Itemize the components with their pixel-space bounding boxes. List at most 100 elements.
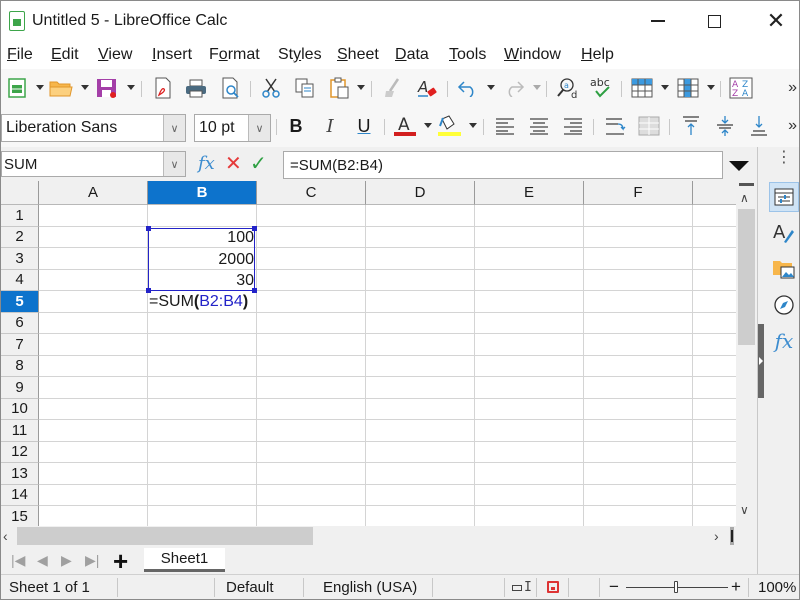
navigator-icon[interactable] (769, 290, 799, 320)
menu-window[interactable]: Window (504, 46, 561, 64)
expand-formula-bar-icon[interactable] (729, 161, 749, 171)
insert-rows-icon[interactable] (630, 77, 654, 99)
font-name-combobox[interactable]: Liberation Sans ∨ (1, 114, 186, 142)
menu-insert[interactable]: Insert (152, 46, 192, 64)
align-bottom-icon[interactable] (747, 115, 771, 137)
language[interactable]: English (USA) (323, 579, 417, 596)
paste-icon[interactable] (328, 77, 352, 99)
menu-data[interactable]: Data (395, 46, 429, 64)
zoom-out-button[interactable]: − (609, 577, 619, 597)
sort-icon[interactable]: AZZA (729, 77, 753, 99)
range-handle[interactable] (146, 226, 151, 231)
select-all-corner[interactable] (1, 181, 39, 205)
functions-icon[interactable]: fx (769, 326, 799, 356)
vertical-scroll-thumb[interactable] (738, 209, 755, 345)
print-preview-icon[interactable] (219, 77, 243, 99)
redo-dropdown-arrow[interactable] (533, 85, 541, 90)
column-header-b[interactable]: B (148, 181, 257, 205)
column-header-d[interactable]: D (366, 181, 475, 205)
row-header-13[interactable]: 13 (1, 463, 39, 485)
open-icon[interactable] (49, 77, 73, 99)
row-header-11[interactable]: 11 (1, 420, 39, 442)
vertical-split-handle[interactable] (739, 183, 754, 186)
zoom-percent[interactable]: 100% (758, 579, 796, 596)
scroll-left-icon[interactable]: ‹ (3, 528, 8, 544)
add-sheet-button[interactable]: + (113, 546, 128, 577)
horizontal-split-handle[interactable] (730, 527, 734, 545)
gallery-icon[interactable] (769, 254, 799, 284)
clear-formatting-icon[interactable]: A (415, 77, 439, 99)
accept-icon[interactable]: ✓ (250, 151, 267, 176)
save-dropdown-arrow[interactable] (127, 85, 135, 90)
cut-icon[interactable] (259, 77, 283, 99)
column-header-e[interactable]: E (475, 181, 584, 205)
bold-button[interactable]: B (284, 115, 308, 137)
rows-dropdown-arrow[interactable] (661, 85, 669, 90)
document-modified-icon[interactable] (547, 581, 559, 593)
next-sheet-icon[interactable]: ▶ (61, 552, 72, 569)
scroll-down-icon[interactable]: ∨ (740, 503, 749, 517)
font-size-combobox[interactable]: 10 pt ∨ (194, 114, 271, 142)
toolbar-overflow-icon[interactable]: » (788, 79, 797, 97)
row-header-3[interactable]: 3 (1, 248, 39, 270)
cancel-icon[interactable]: ✕ (225, 151, 242, 176)
row-header-5[interactable]: 5 (1, 291, 39, 313)
undo-dropdown-arrow[interactable] (487, 85, 495, 90)
row-header-6[interactable]: 6 (1, 312, 39, 334)
copy-icon[interactable] (293, 77, 317, 99)
range-handle[interactable] (146, 288, 151, 293)
selection-mode-icon[interactable]: I (512, 581, 532, 595)
styles-icon[interactable]: A (769, 218, 799, 248)
redo-icon[interactable] (502, 77, 526, 99)
range-handle[interactable] (252, 288, 257, 293)
menu-file[interactable]: File (7, 46, 33, 64)
row-header-14[interactable]: 14 (1, 484, 39, 506)
align-middle-icon[interactable] (713, 115, 737, 137)
sidebar-collapse-handle[interactable] (758, 324, 764, 398)
open-dropdown-arrow[interactable] (81, 85, 89, 90)
row-header-2[interactable]: 2 (1, 226, 39, 248)
highlight-color-button[interactable] (437, 115, 461, 137)
menu-sheet[interactable]: Sheet (337, 46, 379, 64)
export-pdf-icon[interactable] (151, 77, 175, 99)
row-header-15[interactable]: 15 (1, 506, 39, 526)
row-header-8[interactable]: 8 (1, 355, 39, 377)
last-sheet-icon[interactable]: ▶| (85, 552, 99, 569)
range-handle[interactable] (252, 226, 257, 231)
wrap-text-icon[interactable] (603, 115, 627, 137)
properties-icon[interactable] (769, 182, 799, 212)
menu-view[interactable]: View (98, 46, 132, 64)
insert-columns-icon[interactable] (676, 77, 700, 99)
menu-edit[interactable]: Edit (51, 46, 79, 64)
cell-b5-editing[interactable]: =SUM(B2:B4) (147, 291, 265, 312)
columns-dropdown-arrow[interactable] (707, 85, 715, 90)
highlight-dropdown-arrow[interactable] (469, 123, 477, 128)
print-icon[interactable] (184, 77, 208, 99)
close-button[interactable]: ✕ (753, 1, 799, 41)
chevron-down-icon[interactable]: ∨ (163, 152, 185, 176)
sheet-position[interactable]: Sheet 1 of 1 (9, 579, 90, 596)
row-header-7[interactable]: 7 (1, 334, 39, 356)
font-color-dropdown-arrow[interactable] (424, 123, 432, 128)
page-style[interactable]: Default (226, 579, 274, 596)
spelling-icon[interactable]: abc (589, 76, 613, 99)
chevron-down-icon[interactable]: ∨ (163, 115, 185, 141)
maximize-button[interactable] (691, 1, 737, 41)
previous-sheet-icon[interactable]: ◀ (37, 552, 48, 569)
horizontal-scroll-thumb[interactable] (17, 527, 313, 545)
name-box-value[interactable]: SUM (2, 156, 163, 173)
menu-tools[interactable]: Tools (449, 46, 486, 64)
align-center-icon[interactable] (527, 115, 551, 137)
row-header-9[interactable]: 9 (1, 377, 39, 399)
scroll-right-icon[interactable]: › (714, 528, 719, 544)
formula-input[interactable]: =SUM(B2:B4) (283, 151, 723, 179)
underline-button[interactable]: U (352, 115, 376, 137)
align-left-icon[interactable] (493, 115, 517, 137)
function-wizard-icon[interactable]: fx (198, 153, 215, 174)
minimize-button[interactable] (635, 1, 681, 41)
font-name-value[interactable]: Liberation Sans (2, 119, 163, 137)
chevron-down-icon[interactable]: ∨ (248, 115, 270, 141)
row-header-1[interactable]: 1 (1, 205, 39, 227)
row-header-12[interactable]: 12 (1, 441, 39, 463)
row-header-4[interactable]: 4 (1, 269, 39, 291)
